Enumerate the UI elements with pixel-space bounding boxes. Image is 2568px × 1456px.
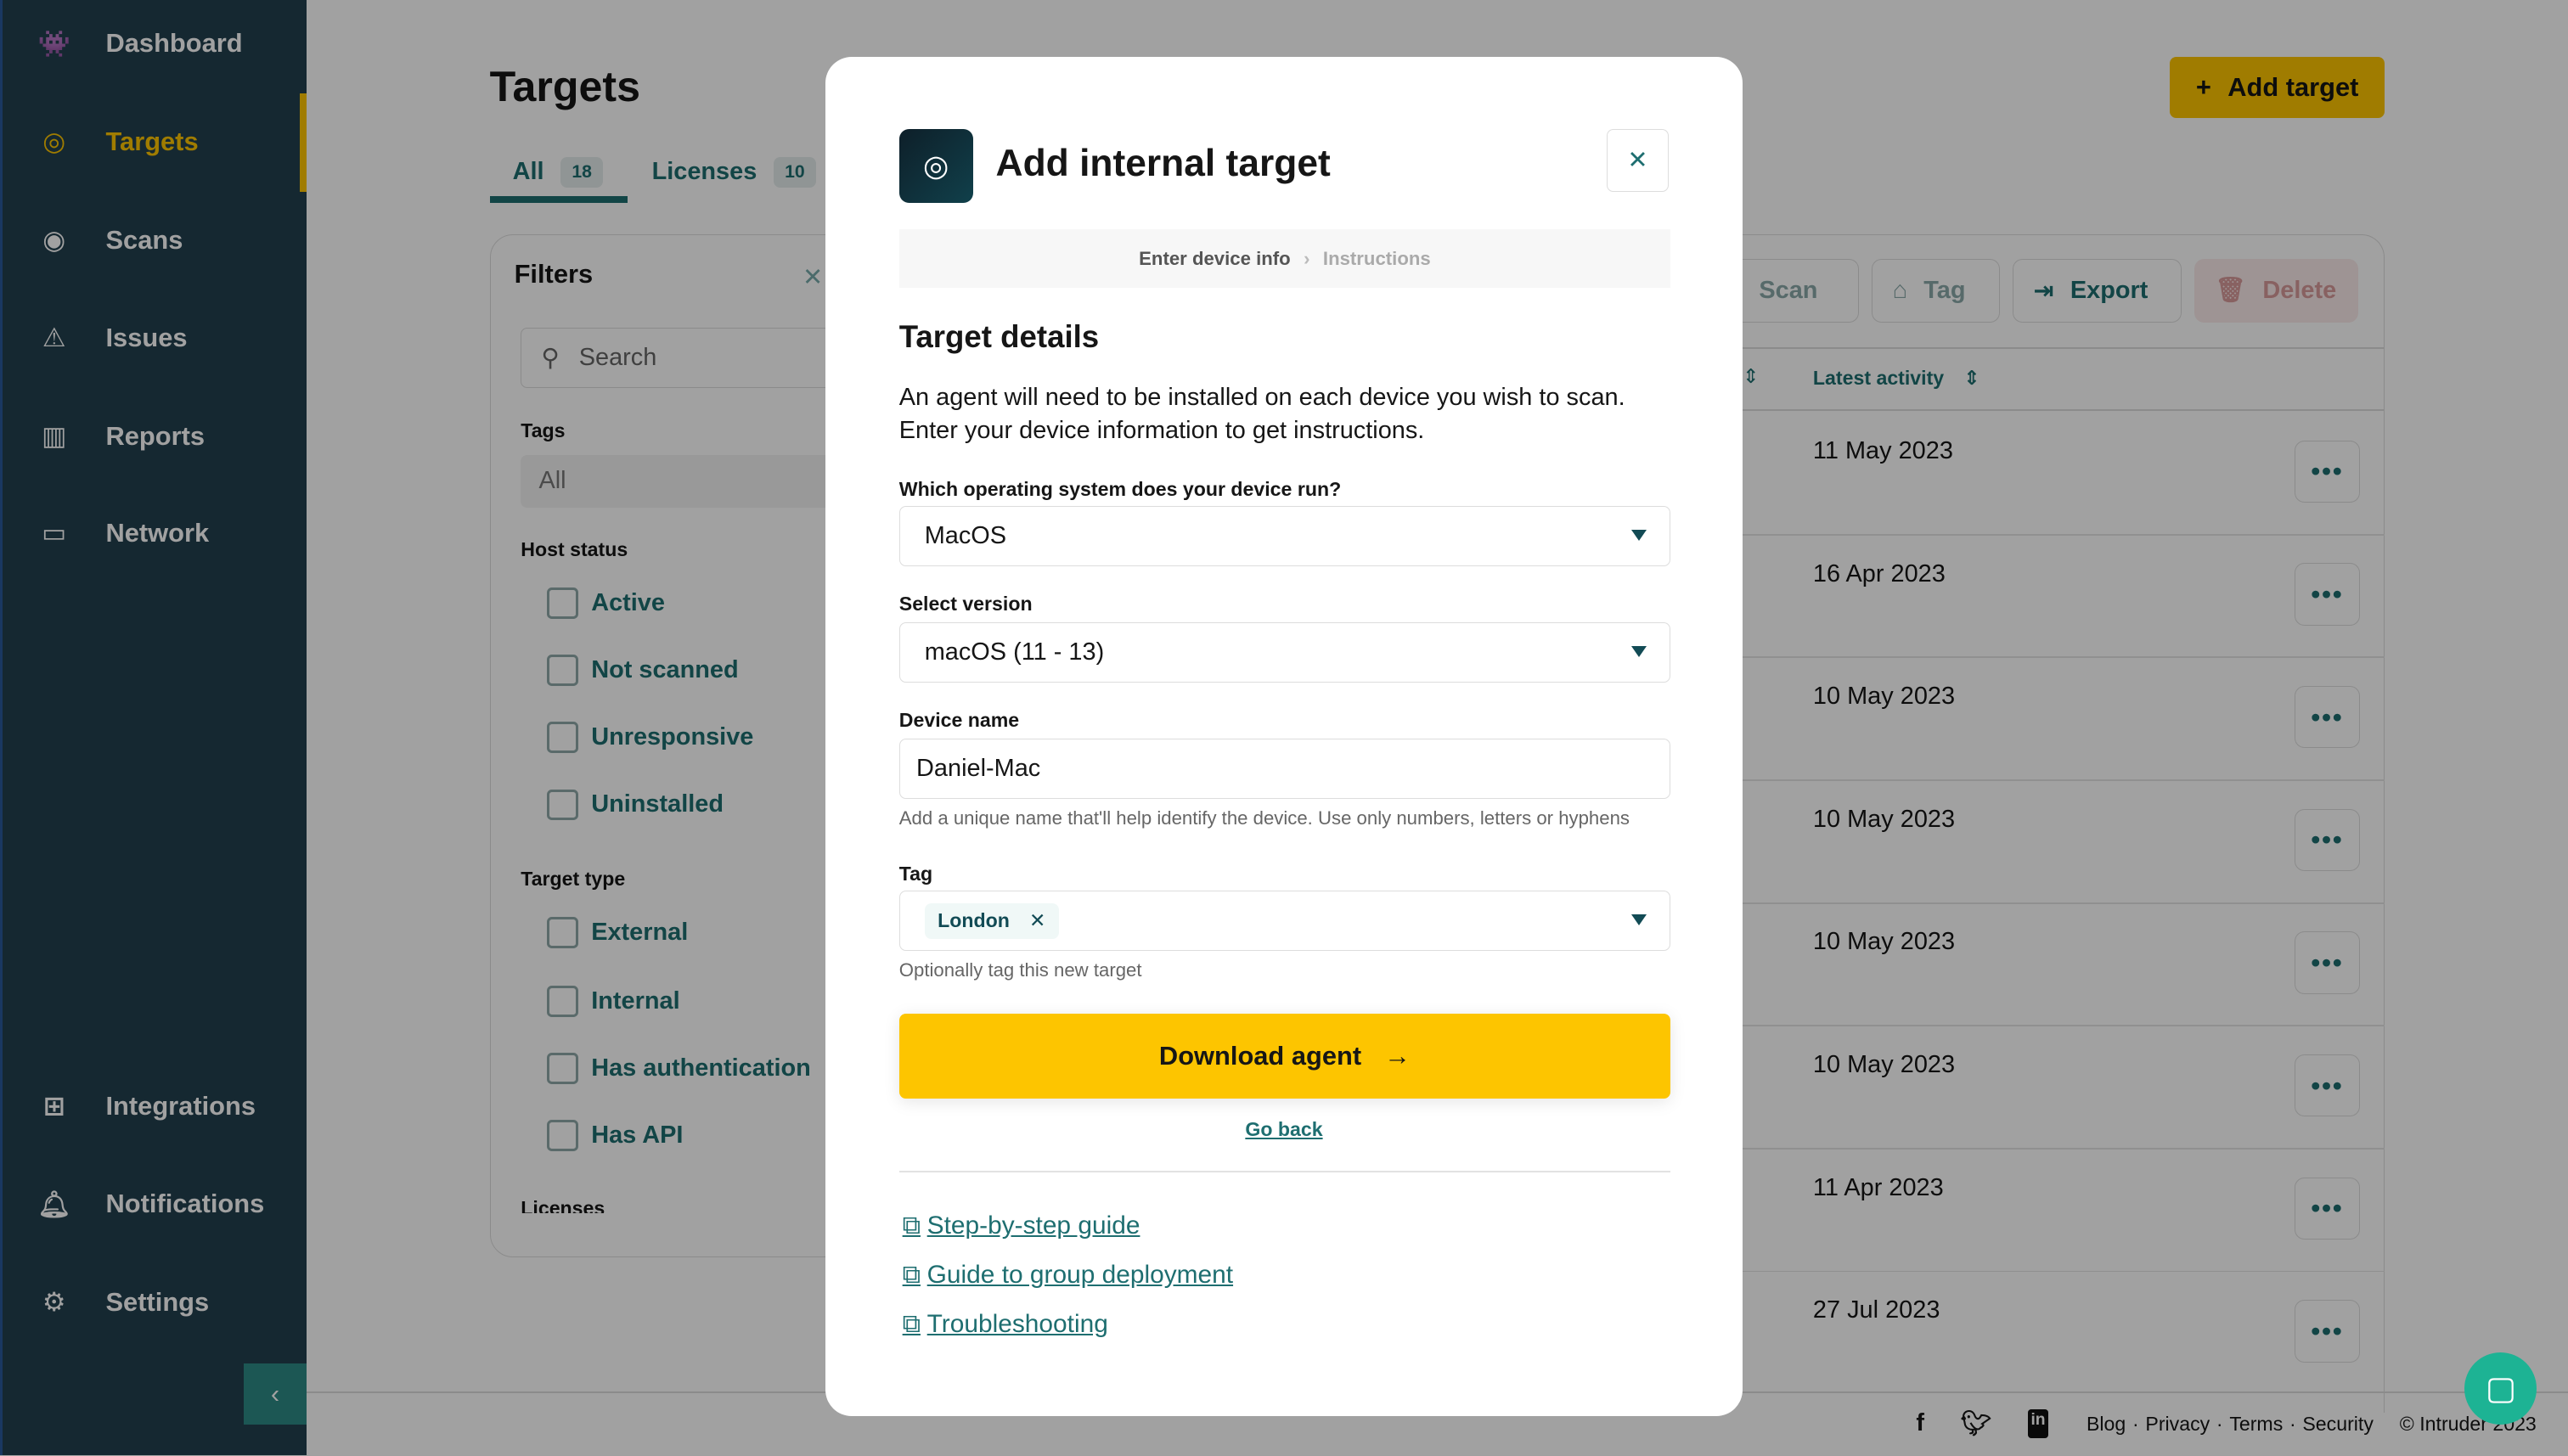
tag-chip: London ✕ (924, 902, 1059, 939)
device-name-input[interactable]: Daniel-Mac (898, 738, 1671, 800)
step-by-step-guide-link[interactable]: ⧉ Step-by-step guide (903, 1211, 1140, 1240)
troubleshooting-link[interactable]: ⧉ Troubleshooting (903, 1310, 1108, 1339)
chat-icon: ▢ (2485, 1369, 2517, 1407)
link-label: Guide to group deployment (926, 1260, 1234, 1289)
remove-tag-icon[interactable]: ✕ (1029, 909, 1045, 932)
caret-down-icon (1631, 645, 1647, 657)
external-link-icon: ⧉ (902, 1309, 921, 1338)
external-link-icon: ⧉ (902, 1211, 921, 1240)
device-name-value: Daniel-Mac (916, 754, 1041, 782)
step-enter-device-info: Enter device info (1139, 247, 1291, 269)
os-label: Which operating system does your device … (898, 478, 1342, 501)
intro-line: Enter your device information to get ins… (898, 416, 1425, 444)
caret-down-icon (1631, 529, 1647, 541)
os-select[interactable]: MacOS (898, 505, 1671, 567)
intro-text: An agent will need to be installed on ea… (899, 381, 1625, 447)
close-icon: ✕ (1627, 147, 1648, 175)
stepper: Enter device info › Instructions (898, 228, 1671, 289)
tag-chip-label: London (938, 909, 1010, 932)
link-label: Step-by-step guide (926, 1211, 1140, 1240)
intro-line: An agent will need to be installed on ea… (898, 384, 1625, 412)
version-label: Select version (898, 593, 1033, 616)
version-value: macOS (11 - 13) (924, 638, 1105, 666)
os-value: MacOS (924, 522, 1007, 550)
modal-title: Add internal target (995, 142, 1331, 184)
step-instructions: Instructions (1322, 247, 1431, 269)
link-label: Troubleshooting (926, 1309, 1108, 1338)
device-name-label: Device name (898, 709, 1020, 732)
section-title: Target details (898, 319, 1100, 355)
device-name-help: Add a unique name that'll help identify … (898, 807, 1630, 829)
tag-select[interactable]: London ✕ (898, 891, 1671, 952)
caret-down-icon (1631, 914, 1647, 925)
chevron-right-icon: › (1304, 247, 1310, 269)
add-internal-target-modal: ◎ Add internal target ✕ Enter device inf… (825, 57, 1743, 1417)
tag-help: Optionally tag this new target (898, 959, 1142, 981)
divider (898, 1170, 1671, 1172)
go-back-link[interactable]: Go back (825, 1118, 1743, 1141)
tag-label: Tag (898, 863, 933, 885)
close-modal-button[interactable]: ✕ (1606, 129, 1670, 192)
download-agent-button[interactable]: Download agent → (898, 1013, 1671, 1099)
external-link-icon: ⧉ (902, 1260, 921, 1289)
target-icon: ◎ (898, 129, 973, 204)
chat-launcher-button[interactable]: ▢ (2464, 1352, 2537, 1425)
arrow-right-icon: → (1384, 1040, 1411, 1071)
group-deployment-guide-link[interactable]: ⧉ Guide to group deployment (903, 1261, 1233, 1290)
download-label: Download agent (1158, 1040, 1362, 1071)
version-select[interactable]: macOS (11 - 13) (898, 621, 1671, 683)
